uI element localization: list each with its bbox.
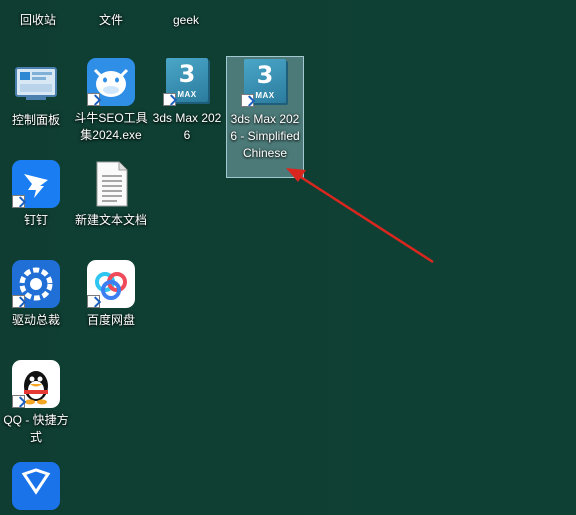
desktop-icon-3ds-max-2026-simplified-chinese[interactable]: 3 MAX 3ds Max 2026 - Simplified Chinese [226, 56, 304, 178]
annotation-arrow-line [295, 172, 434, 264]
desktop-icon-label: 控制面板 [11, 113, 60, 127]
driver-gear-icon [12, 260, 60, 308]
3ds-max-icon: 3 MAX [163, 58, 211, 106]
desktop-icon-label: QQ - 快捷方式 [3, 413, 69, 444]
desktop-icon-label: 文件 [98, 13, 123, 27]
desktop-icon-seo-tool[interactable]: 斗牛SEO工具集2024.exe [73, 58, 149, 144]
desktop-icon-recycle-bin[interactable]: 回收站 [0, 0, 76, 29]
desktop-icon-label: 回收站 [19, 13, 56, 27]
qq-penguin-icon [12, 360, 60, 408]
text-document-icon [87, 160, 135, 208]
desktop-icon-baidu-netdisk[interactable]: 百度网盘 [73, 260, 149, 329]
desktop-icon-qq-shortcut[interactable]: QQ - 快捷方式 [0, 360, 74, 446]
3ds-max-icon: 3 MAX [241, 59, 289, 107]
desktop-icon-label: 百度网盘 [86, 313, 135, 327]
desktop-icon-file[interactable]: 文件 [73, 0, 149, 29]
folder-icon [87, 0, 135, 8]
shortcut-arrow-icon [241, 94, 254, 107]
desktop-icon-label: 新建文本文档 [74, 213, 147, 227]
baidu-netdisk-icon [87, 260, 135, 308]
shortcut-arrow-icon [12, 295, 25, 308]
desktop-icon-label: 斗牛SEO工具集2024.exe [74, 111, 148, 142]
desktop-icon-label: 3ds Max 2026 [152, 111, 222, 142]
dingtalk-icon [12, 160, 60, 208]
desktop-icon-label: 钉钉 [23, 213, 48, 227]
shield-icon [12, 462, 60, 510]
shortcut-arrow-icon [87, 295, 100, 308]
desktop-icon-label: geek [172, 13, 200, 27]
desktop-icon-new-text-document[interactable]: 新建文本文档 [73, 160, 149, 229]
desktop-icon-driver-president[interactable]: 驱动总裁 [0, 260, 74, 329]
control-panel-icon [12, 60, 60, 108]
desktop-icon-geek[interactable]: geek [148, 0, 224, 29]
seo-cow-icon [87, 58, 135, 106]
desktop-icon-3ds-max-2026[interactable]: 3 MAX 3ds Max 2026 [149, 58, 225, 144]
desktop-icon-control-panel[interactable]: 控制面板 [0, 60, 74, 129]
desktop-icon-label: 3ds Max 2026 - Simplified Chinese [230, 112, 300, 160]
desktop-icon-partial[interactable] [0, 462, 74, 510]
shortcut-arrow-icon [12, 195, 25, 208]
desktop-icon-label: 驱动总裁 [11, 313, 60, 327]
desktop: 回收站 文件 geek 控制面板 斗牛SEO工具集2024.exe 3 MAX … [0, 0, 576, 510]
desktop-icon-dingding[interactable]: 钉钉 [0, 160, 74, 229]
shortcut-arrow-icon [87, 93, 100, 106]
geek-app-icon [162, 0, 210, 8]
shortcut-arrow-icon [12, 395, 25, 408]
recycle-bin-icon [14, 0, 62, 8]
shortcut-arrow-icon [163, 93, 176, 106]
